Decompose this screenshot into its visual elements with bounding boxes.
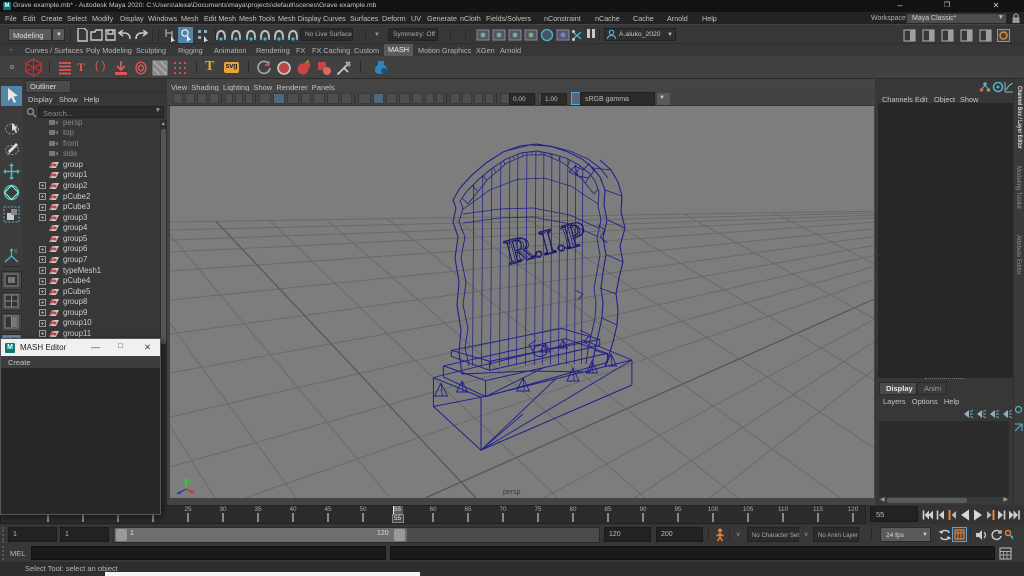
svg-text:X: X [14, 249, 18, 255]
svg-text:y: y [188, 479, 191, 485]
